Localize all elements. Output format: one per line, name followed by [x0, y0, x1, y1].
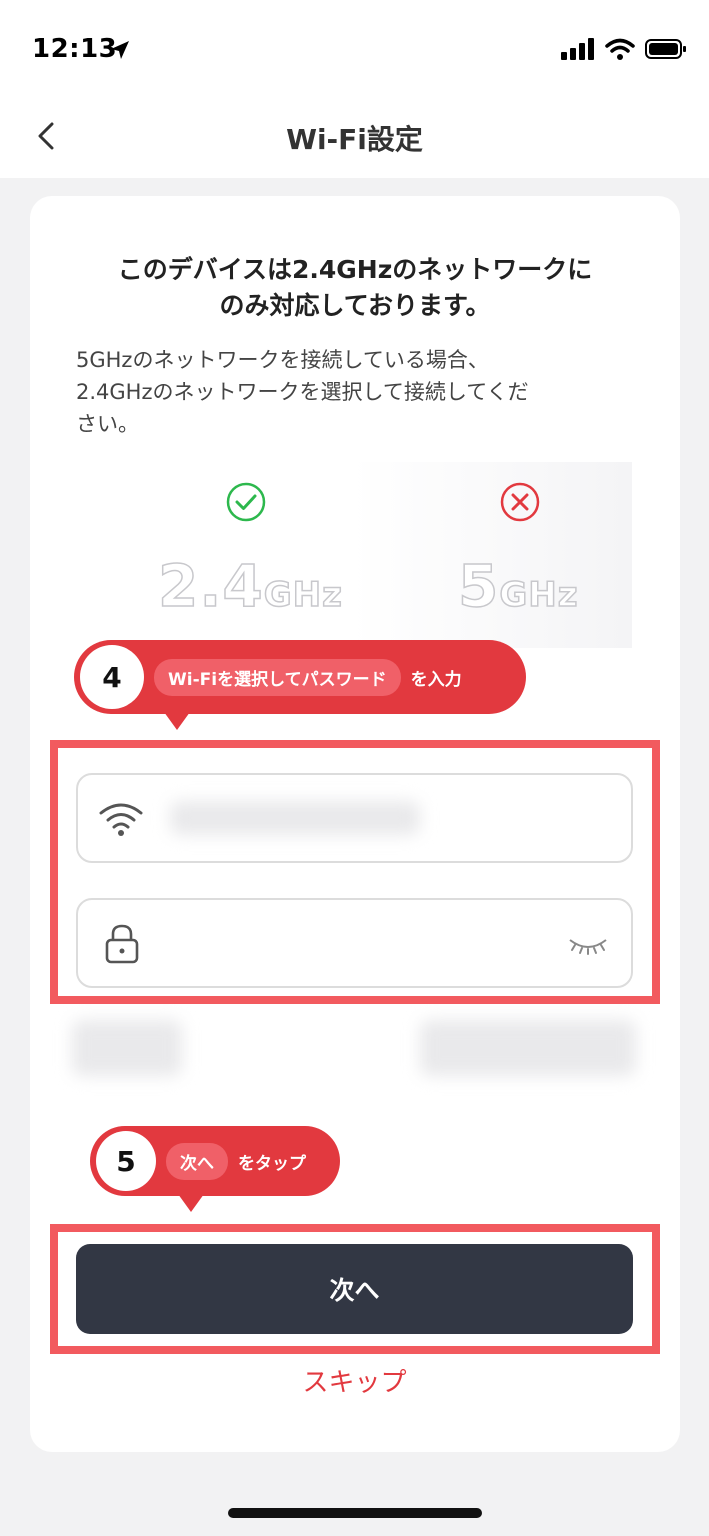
top-bar: 12:13 Wi-Fi設定 — [0, 0, 709, 178]
headline-line-2: のみ対応しております。 — [219, 291, 491, 320]
network-name-blurred — [170, 801, 420, 835]
description-line-1: 5GHzのネットワークを接続している場合、 — [76, 348, 489, 372]
page-title: Wi-Fi設定 — [286, 123, 423, 156]
freq-unsupported-number: 5 — [457, 551, 500, 621]
blurred-option-left — [72, 1020, 182, 1076]
step-4-number: 4 — [80, 645, 144, 709]
battery-icon — [645, 39, 686, 59]
freq-unit: GHz — [263, 574, 343, 616]
status-icons — [561, 38, 687, 60]
next-button[interactable]: 次へ — [76, 1244, 633, 1334]
wifi-icon — [605, 38, 635, 60]
status-time: 12:13 — [32, 34, 118, 64]
freq-unit: GHz — [499, 574, 579, 616]
step-5-text: をタップ — [238, 1153, 306, 1174]
step-4-text: を入力 — [410, 669, 462, 690]
freq-unsupported-label: 5GHz — [457, 551, 579, 621]
step-5-callout-tail — [178, 1194, 204, 1212]
blurred-option-right — [420, 1020, 636, 1076]
freq-supported-number: 2.4 — [157, 551, 264, 621]
headline-line-1: このデバイスは2.4GHzのネットワークに — [117, 255, 593, 284]
step-5-pill: 次へ — [166, 1142, 228, 1180]
eye-closed-icon[interactable] — [567, 934, 609, 958]
cellular-signal-icon — [561, 38, 594, 60]
description-line-2: 2.4GHzのネットワークを選択して接続してくだ — [76, 380, 529, 404]
step-5-number: 5 — [96, 1131, 156, 1191]
step-5-callout: 5 次へ をタップ — [90, 1126, 340, 1196]
home-indicator[interactable] — [228, 1508, 482, 1518]
location-arrow-icon — [111, 41, 129, 59]
freq-supported-label: 2.4GHz — [157, 551, 343, 621]
description: 5GHzのネットワークを接続している場合、 2.4GHzのネットワークを選択して… — [76, 344, 636, 440]
frequency-illustration: 2.4GHz 5GHz — [122, 462, 632, 648]
check-circle-icon — [226, 482, 266, 522]
step-4-pill: Wi-Fiを選択してパスワード — [154, 658, 401, 696]
description-line-3: さい。 — [76, 412, 139, 436]
step-4-callout: 4 Wi-Fiを選択してパスワード を入力 — [74, 640, 526, 714]
wifi-icon — [99, 803, 143, 836]
skip-link[interactable]: スキップ — [0, 1362, 709, 1399]
password-field[interactable] — [76, 898, 633, 988]
headline: このデバイスは2.4GHzのネットワークに のみ対応しております。 — [30, 252, 680, 324]
lock-icon — [105, 924, 139, 964]
x-circle-icon — [500, 482, 540, 522]
step-4-callout-tail — [164, 712, 190, 730]
wifi-network-field[interactable] — [76, 773, 633, 863]
